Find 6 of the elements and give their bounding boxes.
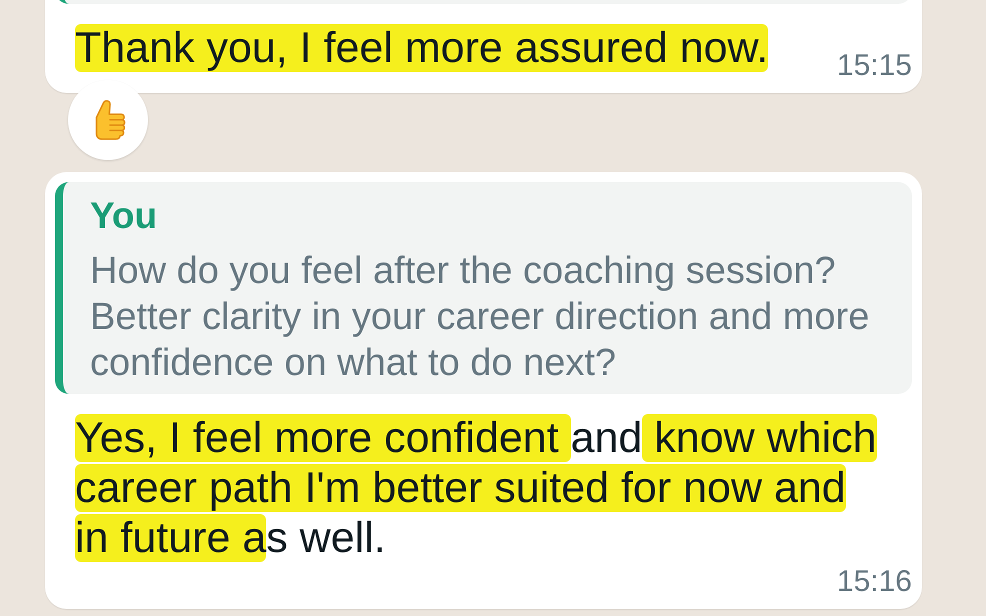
quote-text: How do you feel after the coaching session? Better clarity in your career direction and more confidence on what to do next?	[90, 249, 870, 386]
message-text: Thank you, I feel more assured now.	[75, 23, 768, 73]
quote-author: You	[90, 196, 158, 236]
quoted-message[interactable]: You How do you feel after the coaching session? Better clarity in your career direction and more confidence on what to do next?	[55, 182, 912, 394]
message-time: 15:15	[836, 53, 912, 79]
message-time: 15:16	[836, 569, 912, 595]
